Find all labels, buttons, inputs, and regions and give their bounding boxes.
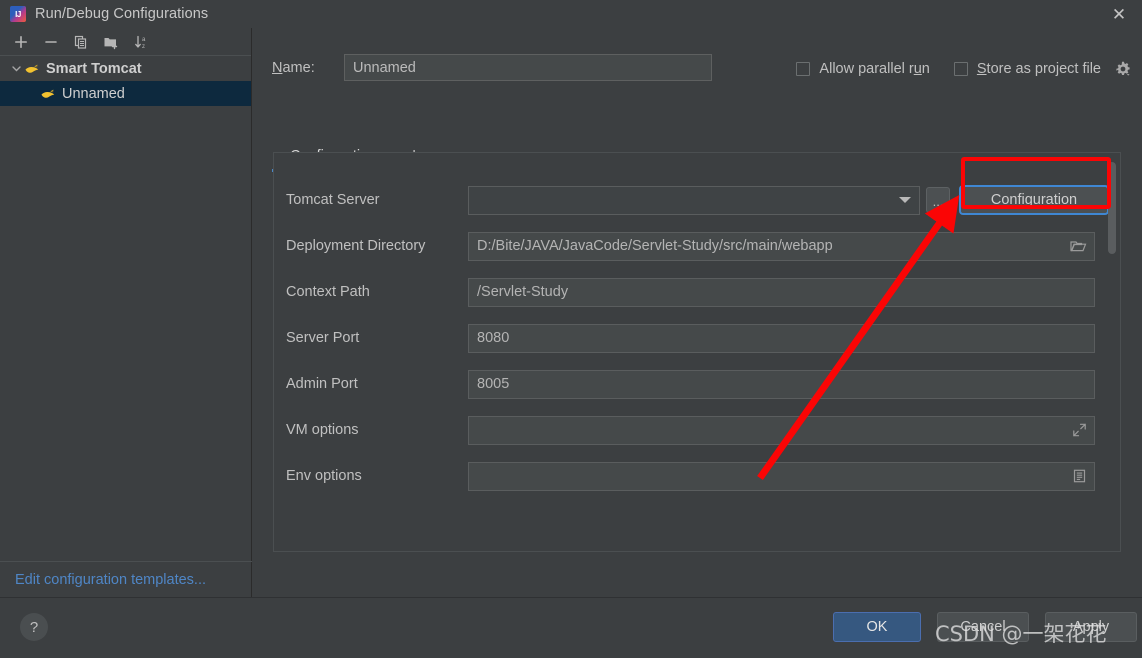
dialog-button-bar: ? OK Cancel Apply — [0, 597, 1142, 658]
remove-configuration-button[interactable] — [36, 29, 66, 55]
svg-text:z: z — [142, 44, 145, 50]
options-row: Allow parallel run Store as project file — [796, 58, 1134, 80]
checkbox-box[interactable] — [796, 62, 811, 76]
tree-item-smart-tomcat[interactable]: Smart Tomcat — [0, 56, 251, 81]
server-port-input[interactable]: 8080 — [468, 323, 1095, 353]
configuration-button[interactable]: Configuration — [959, 185, 1109, 215]
configurations-tree: Smart Tomcat Unnamed — [0, 56, 251, 106]
configuration-editor-panel: Name: Allow parallel run Store as projec… — [252, 28, 1142, 597]
add-configuration-button[interactable] — [6, 29, 36, 55]
server-port-value: 8080 — [477, 330, 510, 346]
gear-dropdown-icon[interactable] — [1112, 58, 1134, 80]
field-row-vm-options: VM options — [286, 415, 1095, 445]
close-icon[interactable]: ✕ — [1104, 2, 1134, 26]
help-button[interactable]: ? — [20, 613, 48, 641]
store-as-project-file-label: Store as project file — [976, 61, 1101, 77]
tomcat-icon — [24, 62, 42, 76]
chevron-down-icon[interactable] — [8, 63, 24, 74]
field-row-tomcat-server: Tomcat Server ... Configuration — [286, 185, 1109, 215]
folder-add-icon[interactable] — [96, 29, 126, 55]
copy-configuration-button[interactable] — [66, 29, 96, 55]
checkbox-box[interactable] — [953, 62, 968, 76]
intellij-idea-icon — [10, 6, 26, 22]
admin-port-input[interactable]: 8005 — [468, 369, 1095, 399]
field-row-env-options: Env options — [286, 461, 1095, 491]
admin-port-label: Admin Port — [286, 376, 358, 392]
tree-item-label: Smart Tomcat — [46, 60, 142, 77]
sort-alphabetically-icon[interactable]: a z — [126, 29, 156, 55]
field-row-admin-port: Admin Port 8005 — [286, 369, 1095, 399]
allow-parallel-run-checkbox[interactable]: Allow parallel run — [796, 61, 930, 77]
folder-browse-icon[interactable] — [1070, 239, 1087, 253]
deployment-directory-label: Deployment Directory — [286, 238, 426, 254]
cancel-button[interactable]: Cancel — [937, 612, 1029, 642]
name-row: Name: — [272, 54, 712, 81]
form-scrollbar-thumb[interactable] — [1108, 162, 1116, 254]
field-row-deployment-directory: Deployment Directory D:/Bite/JAVA/JavaCo… — [286, 231, 1095, 261]
svg-text:a: a — [142, 37, 146, 43]
admin-port-value: 8005 — [477, 376, 510, 392]
apply-button[interactable]: Apply — [1045, 612, 1137, 642]
server-port-label: Server Port — [286, 330, 360, 346]
name-label: Name: — [272, 59, 315, 76]
deployment-directory-value: D:/Bite/JAVA/JavaCode/Servlet-Study/src/… — [477, 238, 833, 254]
configurations-panel: a z Smart Tomcat Unnamed Edit configurat… — [0, 28, 252, 597]
tomcat-server-label: Tomcat Server — [286, 192, 380, 208]
env-list-icon[interactable] — [1072, 469, 1087, 484]
edit-configuration-templates-link[interactable]: Edit configuration templates... — [0, 561, 252, 597]
tomcat-icon — [40, 87, 58, 101]
context-path-label: Context Path — [286, 284, 370, 300]
field-row-context-path: Context Path /Servlet-Study — [286, 277, 1095, 307]
tree-item-label: Unnamed — [62, 85, 125, 102]
context-path-value: /Servlet-Study — [477, 284, 569, 300]
tomcat-server-combobox[interactable] — [468, 185, 920, 215]
tree-item-unnamed[interactable]: Unnamed — [0, 81, 251, 106]
title-bar: Run/Debug Configurations ✕ — [0, 0, 1142, 28]
window-title: Run/Debug Configurations — [35, 6, 209, 22]
deployment-directory-input[interactable]: D:/Bite/JAVA/JavaCode/Servlet-Study/src/… — [468, 231, 1095, 261]
field-row-server-port: Server Port 8080 — [286, 323, 1095, 353]
name-input[interactable] — [344, 54, 712, 81]
allow-parallel-run-label: Allow parallel run — [819, 61, 930, 77]
configurations-toolbar: a z — [0, 28, 251, 56]
configuration-form: Tomcat Server ... Configuration Deployme… — [273, 152, 1121, 552]
env-options-input[interactable] — [468, 461, 1095, 491]
ok-button[interactable]: OK — [833, 612, 921, 642]
context-path-input[interactable]: /Servlet-Study — [468, 277, 1095, 307]
browse-tomcat-server-button[interactable]: ... — [926, 187, 950, 213]
vm-options-input[interactable] — [468, 415, 1095, 445]
env-options-label: Env options — [286, 468, 362, 484]
vm-options-label: VM options — [286, 422, 359, 438]
form-scrollbar[interactable] — [1107, 156, 1118, 548]
run-debug-configurations-dialog: Run/Debug Configurations ✕ — [0, 0, 1142, 658]
expand-editor-icon[interactable] — [1072, 423, 1087, 438]
chevron-down-icon[interactable] — [899, 197, 911, 203]
store-as-project-file-checkbox[interactable]: Store as project file — [953, 58, 1134, 80]
